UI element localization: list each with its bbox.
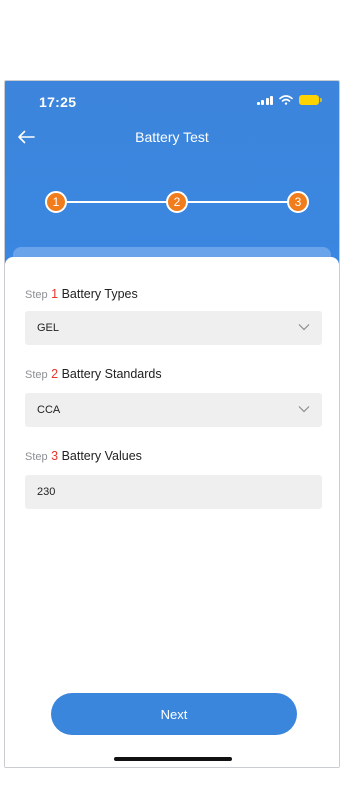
section-label-battery-standards: Step 2 Battery Standards <box>25 367 162 381</box>
select-value: CCA <box>37 404 61 416</box>
status-time: 17:25 <box>39 94 77 110</box>
chevron-down-icon <box>298 406 310 413</box>
battery-type-select[interactable]: GEL <box>25 311 322 345</box>
input-value: 230 <box>37 486 56 498</box>
page-title: Battery Test <box>135 129 209 145</box>
battery-icon <box>299 95 322 105</box>
form-card: Step 1 Battery Types GEL Step 2 Battery … <box>5 257 339 767</box>
step-indicator-3: 3 <box>287 191 309 213</box>
section-label-battery-values: Step 3 Battery Values <box>25 449 142 463</box>
section-title: Battery Values <box>61 449 142 463</box>
signal-icon <box>256 95 273 105</box>
step-word: Step <box>25 369 48 381</box>
step-indicator-1: 1 <box>45 191 67 213</box>
battery-standard-select[interactable]: CCA <box>25 393 322 427</box>
section-label-battery-types: Step 1 Battery Types <box>25 287 138 301</box>
app-screen: 17:25 Battery Test 1 2 3 Step 1 Battery … <box>4 80 340 768</box>
select-value: GEL <box>37 322 60 334</box>
home-indicator <box>114 757 232 761</box>
step-word: Step <box>25 289 48 301</box>
step-number: 2 <box>51 367 59 381</box>
nav-bar: Battery Test <box>5 121 339 153</box>
wifi-icon <box>279 95 293 105</box>
step-number: 3 <box>51 449 59 463</box>
progress-stepper: 1 2 3 <box>45 191 309 213</box>
step-indicator-2: 2 <box>166 191 188 213</box>
section-title: Battery Types <box>61 287 138 301</box>
step-number: 1 <box>51 287 59 301</box>
header: 17:25 Battery Test 1 2 3 <box>5 81 339 271</box>
battery-value-input[interactable]: 230 <box>25 475 322 509</box>
next-button[interactable]: Next <box>51 693 297 735</box>
section-title: Battery Standards <box>61 367 162 381</box>
status-bar: 17:25 <box>5 91 339 115</box>
chevron-down-icon <box>298 324 310 331</box>
step-word: Step <box>25 451 48 463</box>
status-icons <box>256 95 322 105</box>
